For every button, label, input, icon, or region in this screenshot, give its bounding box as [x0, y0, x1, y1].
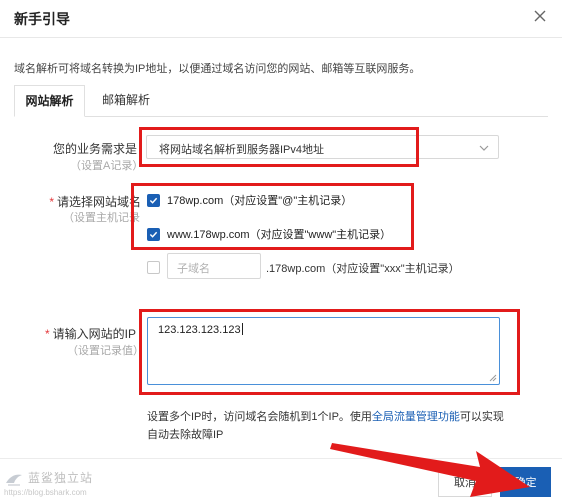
chevron-down-icon	[479, 145, 489, 151]
domain-option-www[interactable]: www.178wp.com（对应设置"www"主机记录）	[147, 226, 391, 242]
business-need-label: 您的业务需求是	[52, 142, 137, 156]
business-need-hint: （设置A记录）	[70, 160, 144, 172]
ip-value: 123.123.123.123	[158, 323, 243, 336]
www-domain-label: www.178wp.com（对应设置"www"主机记录）	[167, 229, 392, 241]
dialog-header: 新手引导	[0, 0, 562, 38]
checkbox-www-domain[interactable]	[147, 227, 160, 241]
checkbox-subdomain[interactable]	[147, 260, 160, 274]
subdomain-placeholder: 子域名	[177, 263, 210, 275]
tab-email-resolution[interactable]: 邮箱解析	[90, 85, 162, 117]
ip-label: * 请输入网站的IP	[44, 327, 136, 341]
required-mark: *	[44, 327, 50, 341]
watermark-text: 蓝鲨独立站	[28, 471, 94, 485]
watermark: 蓝鲨独立站 https://blog.bshark.com	[4, 469, 114, 497]
check-icon	[149, 231, 158, 238]
checkbox-root-domain[interactable]	[147, 193, 160, 207]
domain-hint: （设置主机记录	[63, 212, 140, 224]
domain-option-root[interactable]: 178wp.com（对应设置"@"主机记录）	[147, 192, 352, 208]
dialog-title: 新手引导	[14, 11, 70, 27]
tab-website-resolution[interactable]: 网站解析	[14, 85, 85, 117]
ip-textarea[interactable]: 123.123.123.123	[147, 317, 500, 385]
check-icon	[149, 197, 158, 204]
required-mark: *	[49, 195, 54, 209]
subdomain-suffix: .178wp.com（对应设置"xxx"主机记录）	[266, 263, 460, 275]
dialog-description: 域名解析可将域名转换为IP地址，以便通过域名访问您的网站、邮箱等互联网服务。	[14, 63, 421, 75]
cancel-button[interactable]: 取消	[438, 467, 492, 497]
ip-note: 设置多个IP时，访问域名会随机到1个IP。使用全局流量管理功能可以实现自动去除故…	[147, 411, 504, 441]
guide-dialog: 新手引导 域名解析可将域名转换为IP地址，以便通过域名访问您的网站、邮箱等互联网…	[0, 0, 562, 500]
tab-bar: 网站解析 邮箱解析	[14, 85, 548, 117]
global-traffic-link[interactable]: 全局流量管理功能	[372, 411, 460, 423]
business-need-select[interactable]: 将网站域名解析到服务器IPv4地址	[146, 135, 499, 159]
subdomain-input[interactable]: 子域名	[167, 253, 261, 279]
domain-option-subdomain[interactable]	[147, 259, 160, 275]
root-domain-label: 178wp.com（对应设置"@"主机记录）	[167, 195, 353, 207]
resize-handle-icon[interactable]	[489, 374, 497, 382]
watermark-url: https://blog.bshark.com	[4, 488, 87, 497]
ip-hint: （设置记录值）	[67, 345, 144, 357]
domain-label: * 请选择网站域名	[49, 195, 141, 209]
business-need-selected: 将网站域名解析到服务器IPv4地址	[159, 144, 325, 156]
close-icon[interactable]	[532, 8, 548, 24]
shark-logo-icon	[6, 474, 22, 486]
confirm-button[interactable]: 确定	[500, 467, 551, 497]
